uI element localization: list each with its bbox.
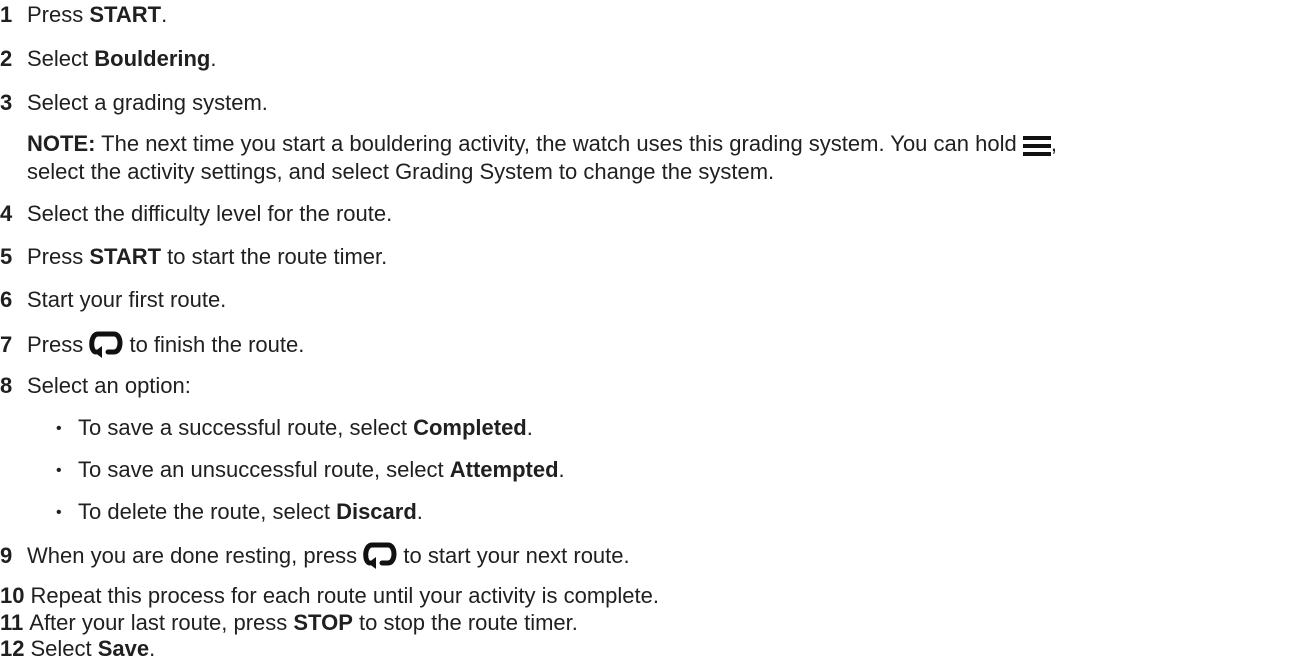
step-1: 1 Press START.	[0, 2, 167, 28]
step-2: 2 Select Bouldering.	[0, 46, 217, 72]
step-number: 9	[0, 543, 13, 568]
step-number: 11	[0, 610, 24, 635]
step-11: 11 After your last route, press STOP to s…	[0, 610, 578, 636]
step-5: 5 Press START to start the route timer.	[0, 244, 387, 270]
step-number: 3	[0, 90, 13, 115]
step-number: 12	[0, 636, 25, 661]
step-text: Press to finish the route.	[27, 330, 305, 358]
option-bullet-completed: • To save a successful route, select Comp…	[56, 415, 533, 440]
bullet-marker: •	[56, 420, 62, 437]
step-text: After your last route, press STOP to sto…	[29, 610, 578, 635]
bullet-marker: •	[56, 462, 62, 479]
step-3: 3 Select a grading system.	[0, 90, 268, 116]
step-number: 1	[0, 2, 13, 27]
step-text: Select a grading system.	[27, 90, 268, 115]
step-text: Select the difficulty level for the rout…	[27, 201, 393, 226]
step-4: 4 Select the difficulty level for the rou…	[0, 201, 392, 227]
step-text: Press START.	[27, 2, 168, 27]
step-text: Start your first route.	[27, 287, 227, 312]
bullet-marker: •	[56, 504, 62, 521]
step-number: 2	[0, 46, 13, 71]
step-number: 5	[0, 244, 13, 269]
step-number: 4	[0, 201, 13, 226]
step-number: 8	[0, 373, 13, 398]
step-12: 12 Select Save.	[0, 636, 155, 662]
step-text: Press START to start the route timer.	[27, 244, 388, 269]
step-text: Repeat this process for each route until…	[30, 583, 659, 608]
step-text: Select Save.	[30, 636, 156, 661]
step-10: 10 Repeat this process for each route unt…	[0, 583, 659, 609]
step-number: 7	[0, 332, 13, 357]
step-9: 9 When you are done resting, press to sta…	[0, 541, 630, 569]
step-text: Select an option:	[27, 373, 191, 398]
menu-icon	[1022, 135, 1051, 157]
option-bullet-attempted: • To save an unsuccessful route, select A…	[56, 457, 565, 482]
note-line-2: select the activity settings, and select…	[27, 159, 775, 184]
step-6: 6 Start your first route.	[0, 287, 226, 313]
option-bullet-discard: • To delete the route, select Discard.	[56, 499, 423, 524]
step-text: When you are done resting, press to star…	[27, 541, 630, 569]
note-line-1: NOTE: The next time you start a boulderi…	[27, 131, 1057, 157]
step-7: 7 Press to finish the route.	[0, 330, 304, 358]
step-text: Select Bouldering.	[27, 46, 217, 71]
step-8: 8 Select an option:	[0, 373, 191, 399]
lap-icon	[363, 541, 397, 569]
step-number: 6	[0, 287, 13, 312]
step-number: 10	[0, 583, 25, 608]
note-label: NOTE:	[27, 131, 96, 156]
lap-icon	[89, 330, 123, 358]
